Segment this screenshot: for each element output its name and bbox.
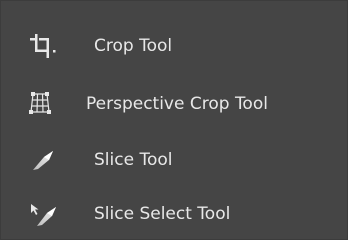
- menu-item-crop-tool[interactable]: Crop Tool: [1, 18, 347, 74]
- slice-select-tool-label: Slice Select Tool: [94, 204, 231, 224]
- crop-tool-label: Crop Tool: [94, 36, 173, 56]
- menu-item-perspective-crop-tool[interactable]: Perspective Crop Tool: [1, 74, 347, 130]
- slice-select-icon: [29, 202, 57, 226]
- perspective-crop-icon: [29, 90, 57, 114]
- tool-flyout-menu: Crop Tool Perspective Crop Tool Slice To…: [0, 0, 348, 240]
- slice-icon: [29, 146, 57, 170]
- slice-tool-label: Slice Tool: [94, 150, 173, 170]
- perspective-crop-tool-label: Perspective Crop Tool: [86, 94, 268, 114]
- menu-item-slice-tool[interactable]: Slice Tool: [1, 130, 347, 186]
- crop-icon: [29, 34, 57, 58]
- menu-item-slice-select-tool[interactable]: Slice Select Tool: [1, 186, 347, 242]
